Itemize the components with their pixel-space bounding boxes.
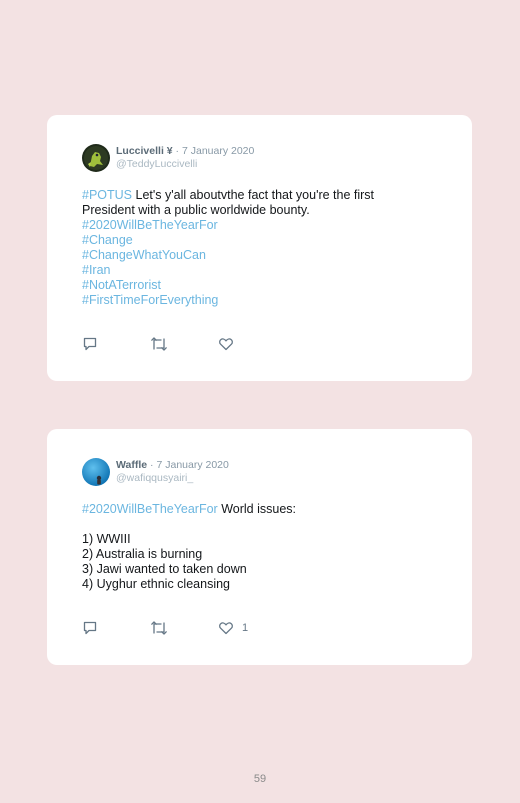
separator: · <box>175 145 180 157</box>
tweet-header: Luccivelli ¥ · 7 January 2020 @TeddyLucc… <box>82 143 254 173</box>
tweet-card: Luccivelli ¥ · 7 January 2020 @TeddyLucc… <box>47 115 472 381</box>
tweet-actions <box>82 335 342 353</box>
tweet-line-text: World issues: <box>217 502 296 516</box>
user-handle[interactable]: @wafiqqusyairi_ <box>116 472 229 485</box>
retweet-icon <box>150 620 168 636</box>
avatar[interactable] <box>82 458 110 486</box>
tweet-header: Waffle · 7 January 2020 @wafiqqusyairi_ <box>82 457 229 487</box>
like-button[interactable]: 1 <box>218 619 248 637</box>
retweet-icon <box>150 336 168 352</box>
hashtag-link[interactable]: #ChangeWhatYouCan <box>82 248 206 262</box>
display-name[interactable]: Luccivelli ¥ <box>116 145 173 157</box>
retweet-button[interactable] <box>150 335 168 353</box>
tweet-text: #POTUS Let's y'all aboutvthe fact that y… <box>82 188 422 308</box>
hashtag-link[interactable]: #Change <box>82 233 133 247</box>
reply-button[interactable] <box>82 619 98 637</box>
tweet-line: #2020WillBeTheYearFor World issues: <box>82 502 422 517</box>
tweet-line-text: Let's y'all aboutvthe fact that you're t… <box>132 188 375 202</box>
heart-icon <box>218 620 234 636</box>
hashtag-link[interactable]: #2020WillBeTheYearFor <box>82 502 218 516</box>
hashtag-link[interactable]: #Iran <box>82 263 111 277</box>
page-number: 59 <box>253 773 267 785</box>
retweet-button[interactable] <box>150 619 168 637</box>
separator: · <box>150 459 154 471</box>
reply-icon <box>82 620 98 636</box>
hashtag-link[interactable]: #NotATerrorist <box>82 278 161 292</box>
tweet-line: 3) Jawi wanted to taken down <box>82 562 247 576</box>
tweet-line: #POTUS Let's y'all aboutvthe fact that y… <box>82 188 422 203</box>
hashtag-link[interactable]: #2020WillBeTheYearFor <box>82 218 218 232</box>
tweet-text: #2020WillBeTheYearFor World issues: 1) W… <box>82 502 422 592</box>
hashtag-link[interactable]: #POTUS <box>82 188 132 202</box>
hashtag-link[interactable]: #FirstTimeForEverything <box>82 293 218 307</box>
tweet-date[interactable]: 7 January 2020 <box>182 145 254 157</box>
avatar[interactable] <box>82 144 110 172</box>
tweet-card: Waffle · 7 January 2020 @wafiqqusyairi_ … <box>47 429 472 665</box>
tweet-actions: 1 <box>82 619 342 637</box>
tweet-line: 4) Uyghur ethnic cleansing <box>82 577 230 591</box>
like-button[interactable] <box>218 335 242 353</box>
tweet-line: 1) WWIII <box>82 532 131 546</box>
tweet-line: President with a public worldwide bounty… <box>82 203 310 217</box>
heart-icon <box>218 336 234 352</box>
reply-button[interactable] <box>82 335 98 353</box>
like-count: 1 <box>242 622 249 634</box>
display-name[interactable]: Waffle <box>116 459 147 471</box>
tweet-date[interactable]: 7 January 2020 <box>156 459 228 471</box>
reply-icon <box>82 336 98 352</box>
user-handle[interactable]: @TeddyLuccivelli <box>116 158 254 171</box>
tweet-line: 2) Australia is burning <box>82 547 203 561</box>
